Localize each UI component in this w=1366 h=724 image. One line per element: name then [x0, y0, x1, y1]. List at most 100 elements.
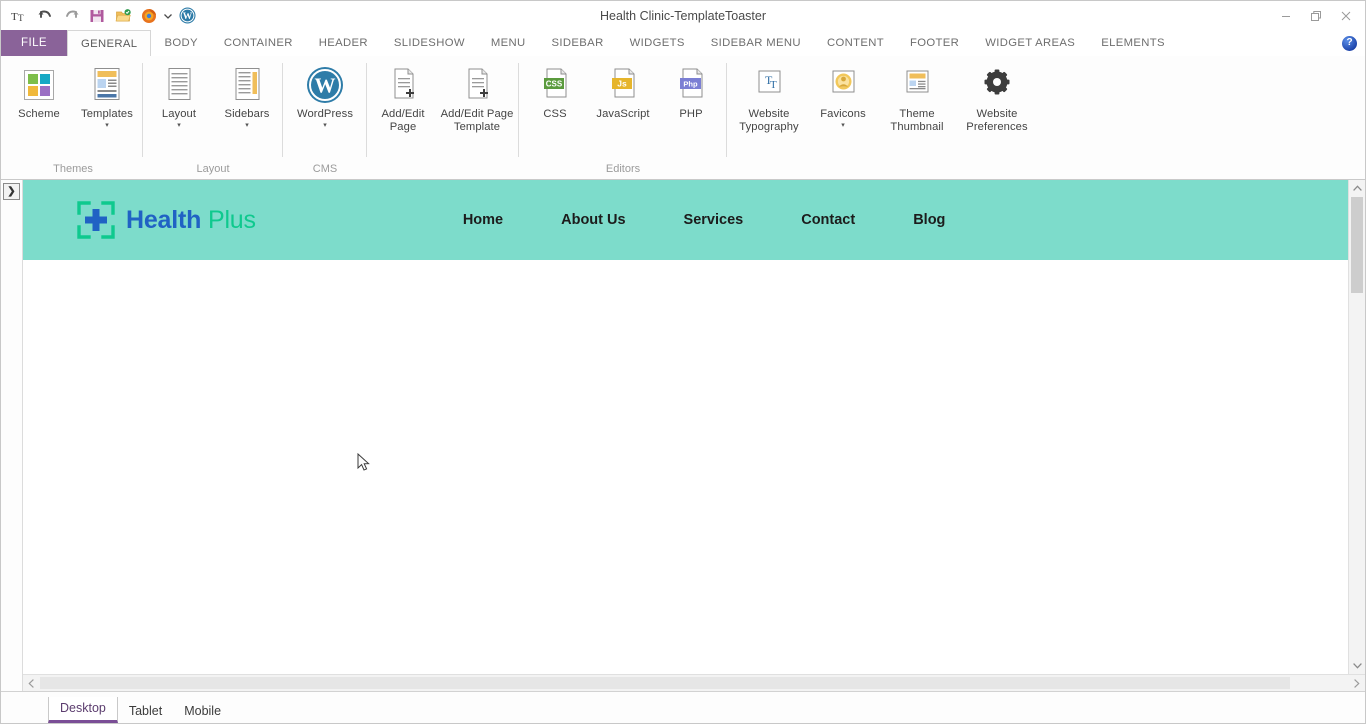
tab-file[interactable]: FILE: [1, 30, 67, 56]
scroll-up-arrow-icon[interactable]: [1349, 180, 1365, 197]
wordpress-caret-icon[interactable]: ▾: [323, 122, 327, 129]
ribbon-group-themes: Scheme Templates ▾ Themes: [3, 56, 143, 179]
site-header: Health Plus Home About Us Services Conta…: [23, 180, 1365, 260]
page-add-icon: [383, 65, 423, 105]
wordpress-icon[interactable]: W: [175, 5, 199, 27]
favicons-caret-icon[interactable]: ▾: [841, 122, 845, 129]
group-label-website: [729, 159, 1037, 179]
js-file-icon: Js: [603, 65, 643, 105]
css-button[interactable]: CSS CSS: [521, 61, 589, 121]
svg-text:CSS: CSS: [546, 80, 563, 89]
device-tab-tablet[interactable]: Tablet: [118, 700, 173, 723]
scroll-left-arrow-icon[interactable]: [23, 675, 40, 691]
scroll-down-arrow-icon[interactable]: [1349, 657, 1365, 674]
php-label: PHP: [679, 108, 703, 120]
favicons-label: Favicons: [820, 108, 866, 120]
redo-icon[interactable]: [59, 5, 83, 27]
minimize-icon[interactable]: [1271, 3, 1301, 29]
layout-button[interactable]: Layout ▾: [145, 61, 213, 129]
nav-item-blog[interactable]: Blog: [884, 212, 974, 228]
horizontal-scroll-thumb[interactable]: [40, 677, 1290, 689]
add-edit-page-button[interactable]: Add/Edit Page: [369, 61, 437, 133]
sidebars-label: Sidebars: [224, 108, 270, 120]
tab-slideshow[interactable]: SLIDESHOW: [381, 30, 478, 56]
tab-general[interactable]: GENERAL: [67, 30, 152, 56]
vertical-scroll-thumb[interactable]: [1351, 197, 1363, 293]
typography-icon: T T: [749, 65, 789, 105]
canvas-vertical-scrollbar[interactable]: [1348, 180, 1365, 674]
ribbon-tab-strip: FILE GENERAL BODY CONTAINER HEADER SLIDE…: [1, 30, 1365, 56]
sidebars-caret-icon[interactable]: ▾: [245, 122, 249, 129]
thumbnail-icon: [897, 65, 937, 105]
tab-elements[interactable]: ELEMENTS: [1088, 30, 1178, 56]
wordpress-button[interactable]: W WordPress ▾: [285, 61, 365, 129]
ribbon-group-pages: Add/Edit Page Add/Edit Page Template: [367, 56, 519, 179]
restore-icon[interactable]: [1301, 3, 1331, 29]
scheme-button[interactable]: Scheme: [5, 61, 73, 121]
website-preferences-button[interactable]: Website Preferences: [957, 61, 1037, 133]
theme-thumbnail-button[interactable]: Theme Thumbnail: [877, 61, 957, 133]
device-tab-desktop[interactable]: Desktop: [48, 697, 118, 723]
tab-body[interactable]: BODY: [151, 30, 210, 56]
ribbon-group-website: T T Website Typography Favicons ▾ Theme …: [727, 56, 1039, 179]
nav-item-services[interactable]: Services: [655, 212, 773, 228]
tab-widget-areas[interactable]: WIDGET AREAS: [972, 30, 1088, 56]
text-format-icon[interactable]: T T: [7, 5, 31, 27]
add-edit-page-label: Add/Edit Page: [381, 108, 425, 133]
application-window: T T W Health Clinic-TemplateToaster FILE…: [0, 0, 1366, 724]
device-tab-mobile[interactable]: Mobile: [173, 700, 232, 723]
group-label-editors: Editors: [605, 163, 641, 175]
tab-sidebar[interactable]: SIDEBAR: [539, 30, 617, 56]
favicons-button[interactable]: Favicons ▾: [809, 61, 877, 129]
vertical-scroll-track[interactable]: [1349, 197, 1365, 657]
php-button[interactable]: Php PHP: [657, 61, 725, 121]
nav-item-about-us[interactable]: About Us: [532, 212, 654, 228]
website-typography-button[interactable]: T T Website Typography: [729, 61, 809, 133]
site-logo[interactable]: Health Plus: [75, 199, 256, 241]
medical-cross-icon: [75, 199, 117, 241]
nav-item-contact[interactable]: Contact: [772, 212, 884, 228]
templates-caret-icon[interactable]: ▾: [105, 122, 109, 129]
tab-header[interactable]: HEADER: [306, 30, 381, 56]
quick-access-toolbar: T T W: [1, 5, 199, 27]
tab-content[interactable]: CONTENT: [814, 30, 897, 56]
export-icon[interactable]: [111, 5, 135, 27]
gear-icon: [977, 65, 1017, 105]
php-file-icon: Php: [671, 65, 711, 105]
preview-browser-icon[interactable]: [137, 5, 161, 27]
workspace: ❯ Health Plus Home About Us Services Con…: [1, 180, 1365, 691]
javascript-button[interactable]: Js JavaScript: [589, 61, 657, 121]
tab-menu[interactable]: MENU: [478, 30, 539, 56]
tab-sidebar-menu[interactable]: SIDEBAR MENU: [698, 30, 814, 56]
ribbon: Scheme Templates ▾ Themes Layout ▾ Sideb…: [1, 56, 1365, 180]
ribbon-group-editors: CSS CSS Js JavaScript Php PHP Editors: [519, 56, 727, 179]
tab-widgets[interactable]: WIDGETS: [617, 30, 698, 56]
ribbon-group-cms: W WordPress ▾ CMS: [283, 56, 367, 179]
tab-container[interactable]: CONTAINER: [211, 30, 306, 56]
canvas-horizontal-scrollbar[interactable]: [23, 674, 1365, 691]
close-icon[interactable]: [1331, 3, 1361, 29]
sidebars-button[interactable]: Sidebars ▾: [213, 61, 281, 129]
layout-label: Layout: [161, 108, 197, 120]
device-preview-tabs: Desktop Tablet Mobile: [1, 691, 1365, 723]
svg-text:T: T: [11, 11, 18, 23]
layout-caret-icon[interactable]: ▾: [177, 122, 181, 129]
templates-button[interactable]: Templates ▾: [73, 61, 141, 129]
svg-text:T: T: [770, 79, 777, 91]
sidebar-expander-button[interactable]: ❯: [3, 183, 20, 200]
sidebars-icon: [227, 65, 267, 105]
scroll-right-arrow-icon[interactable]: [1348, 675, 1365, 691]
undo-icon[interactable]: [33, 5, 57, 27]
tab-footer[interactable]: FOOTER: [897, 30, 972, 56]
preview-dropdown-caret[interactable]: [163, 5, 173, 27]
nav-item-home[interactable]: Home: [434, 212, 532, 228]
css-label: CSS: [543, 108, 567, 120]
horizontal-scroll-track[interactable]: [40, 675, 1348, 691]
website-preferences-label: Website Preferences: [966, 108, 1028, 133]
svg-text:Php: Php: [683, 79, 698, 88]
group-label-cms: CMS: [312, 163, 338, 175]
templates-icon: [87, 65, 127, 105]
help-button[interactable]: ?: [1342, 35, 1357, 51]
save-icon[interactable]: [85, 5, 109, 27]
add-edit-page-template-button[interactable]: Add/Edit Page Template: [437, 61, 517, 133]
